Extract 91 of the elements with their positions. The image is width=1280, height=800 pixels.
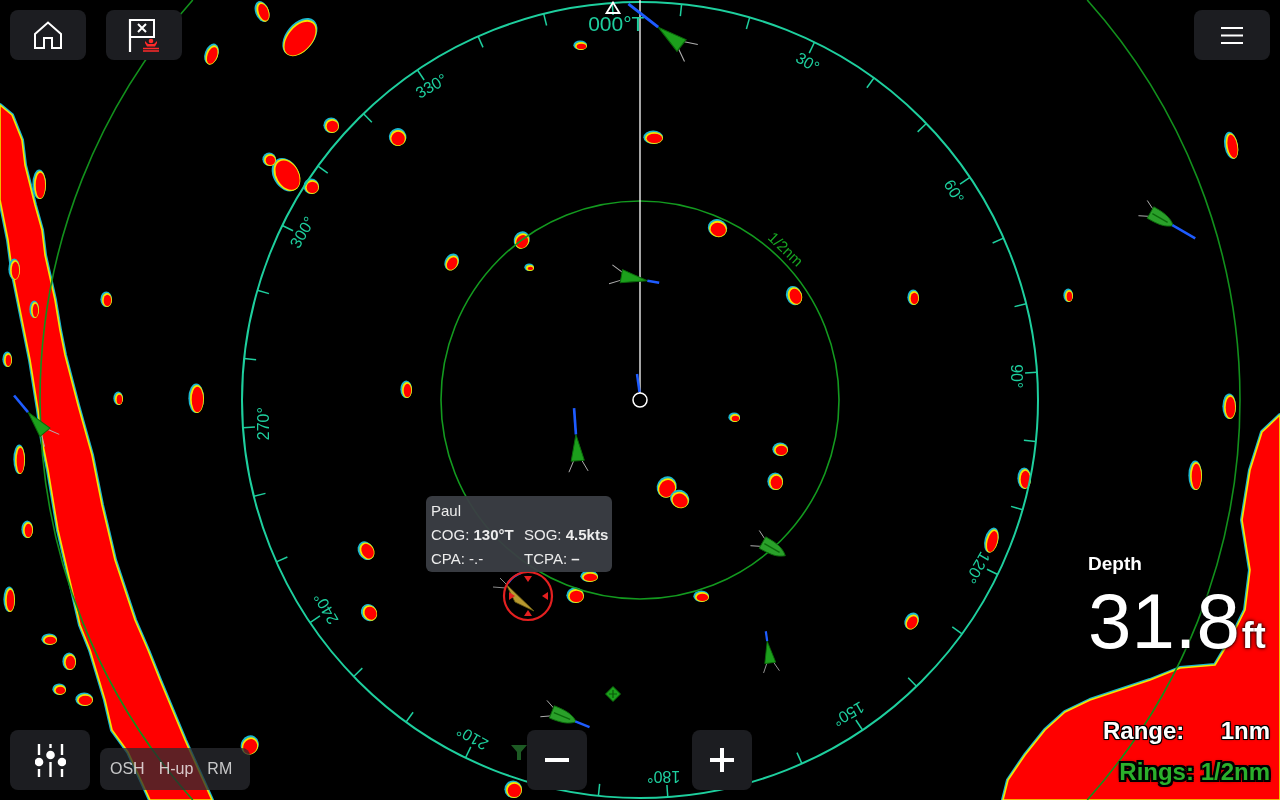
target-name: Paul [431,501,463,521]
mode-button[interactable]: H-up [158,759,194,779]
bearing-label: 150° [830,698,868,730]
radar-echo [772,442,788,456]
radar-echo [254,1,270,22]
vessel-icon [539,699,590,729]
vessel-icon [750,530,786,557]
radar-echo [1222,393,1236,419]
radar-echo [566,587,584,603]
depth-unit: ft [1241,618,1266,654]
radar-echo [573,40,587,50]
radar-echo [388,128,407,146]
radar-echo [693,590,709,602]
mark-button[interactable] [106,10,182,60]
minus-icon [545,758,569,762]
zoom-in-button[interactable] [692,730,752,790]
bearing-label: 60° [940,176,968,207]
waypoint-icon [605,686,621,702]
radar-echo [188,383,204,413]
vessel-icon [608,264,660,285]
zoom-out-button[interactable] [527,730,587,790]
radar-echo [504,780,522,798]
radar-echo [785,285,803,306]
radar-echo [8,258,20,280]
radar-echo [656,476,677,498]
rings-readout: Rings: 1/2nm [1119,757,1270,787]
radar-echo [3,586,15,612]
vessel-icon [568,408,589,473]
radar-echo [282,18,318,57]
radar-echo [32,169,46,199]
radar-echo [1223,131,1239,159]
target-data-text: TCPA: – [524,549,581,569]
depth-label: Depth [1088,553,1142,575]
radar-echo [41,633,57,645]
radar-echo [113,391,123,405]
home-button[interactable] [10,10,86,60]
radar-echo [52,683,66,695]
vessel-icon [1138,200,1196,240]
radar-echo [21,520,33,538]
marker-icon [511,745,527,760]
menu-icon [1221,26,1243,44]
radar-echo [75,692,93,706]
mode-button[interactable]: OSH [110,759,145,779]
radar-echo [1188,460,1202,490]
bearing-label: 210° [453,722,491,754]
radar-echo [643,130,663,144]
radar-echo [303,178,319,194]
home-icon [33,21,63,49]
plus-icon [710,748,734,772]
radar-echo [728,412,740,422]
radar-echo [707,219,728,238]
radar-echo [1017,467,1031,489]
radar-echo [670,489,690,509]
bearing-label: 330° [412,70,450,102]
radar-echo [204,43,219,65]
menu-button[interactable] [1194,10,1270,60]
radar-echo [62,652,76,670]
radar-echo [904,612,920,630]
radar-echo [444,253,460,271]
target-data-text: CPA: -.- [431,549,485,569]
bearing-label: 180° [647,767,681,785]
depth-value: 31.8 [1088,582,1240,660]
mode-button[interactable]: RM [207,759,233,779]
bearing-label: 30° [792,48,823,76]
radar-echo [984,527,999,553]
target-data-text: SOG: 4.5kts [524,525,609,545]
radar-echo [323,117,339,133]
range-value: 1nm [1220,716,1270,746]
radar-echo [357,541,375,561]
radar-echo [13,444,25,474]
radar-echo [524,263,534,271]
radar-echo [513,231,530,249]
bearing-label: 90° [1007,364,1025,389]
own-vessel-icon [632,373,648,408]
radar-echo [907,289,919,305]
radar-echo [29,300,39,318]
radar-echo [100,291,112,307]
radar-echo [1063,288,1073,302]
radar-echo [2,351,12,367]
bearing-label: 270° [255,407,273,441]
selection-ring [502,570,554,622]
settings-button[interactable] [10,730,90,790]
flag-icon [127,18,161,52]
target-data-text: COG: 130°T [431,525,515,545]
radar-echo [767,472,783,490]
sliders-icon [34,743,66,777]
radar-echo [360,604,378,622]
vessel-icon [763,631,780,674]
radar-echo [400,380,412,398]
vessel-icon [13,394,60,448]
heading-marker-icon [604,0,622,14]
